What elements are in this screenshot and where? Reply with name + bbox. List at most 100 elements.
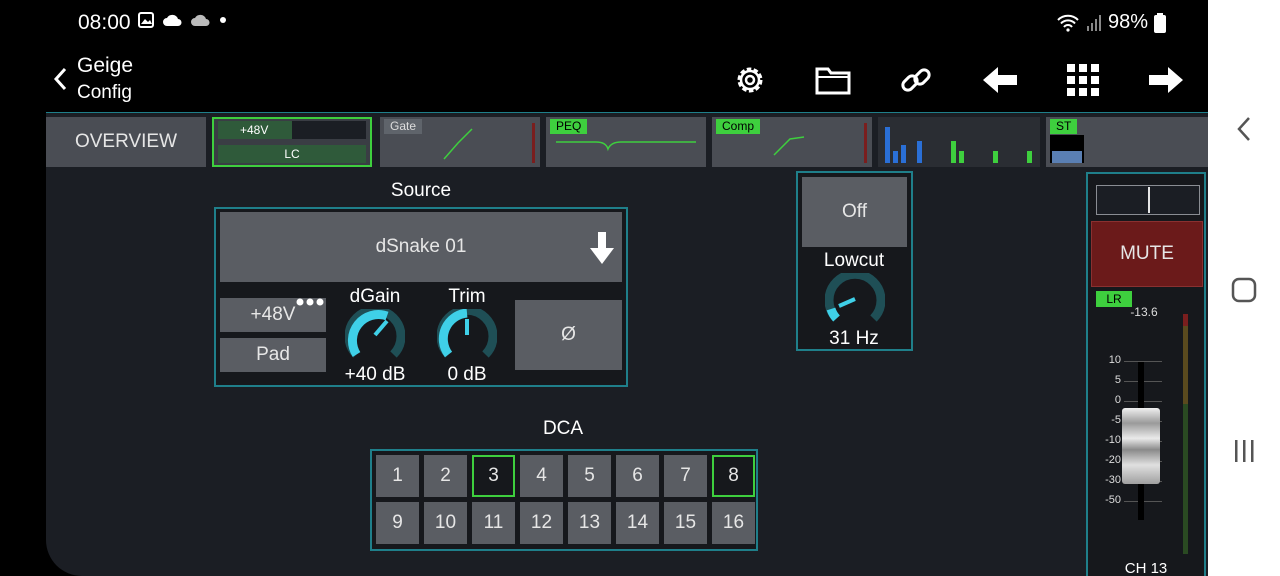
channel-name: CH 13 xyxy=(1124,560,1168,576)
home-square-icon xyxy=(1231,277,1257,303)
lowcut-value: 31 Hz xyxy=(829,328,879,349)
st-meter-fill xyxy=(1052,151,1082,163)
dot-icon xyxy=(220,17,226,23)
dca-button-12[interactable]: 12 xyxy=(520,502,563,544)
chevron-left-icon xyxy=(1237,117,1250,141)
dca-button-2[interactable]: 2 xyxy=(424,455,467,497)
wifi-icon xyxy=(1057,14,1079,32)
phantom-indicator: +48V xyxy=(218,121,292,139)
dca-button-13[interactable]: 13 xyxy=(568,502,611,544)
source-selected: dSnake 01 xyxy=(375,236,467,257)
meter-clip xyxy=(1183,314,1188,326)
status-right: 98% xyxy=(1056,11,1166,34)
strip-sends-cell[interactable] xyxy=(878,117,1040,167)
trim-knob[interactable] xyxy=(437,309,497,361)
phantom-label: +48V xyxy=(250,304,296,325)
channel-fader-panel: MUTE LR -13.6 10 5 0 -5 -10 -20 -30 -50 CH 13 xyxy=(1086,172,1206,576)
chevron-left-icon xyxy=(53,67,67,91)
trim-label: Trim xyxy=(448,286,486,307)
pan-indicator xyxy=(1148,187,1150,213)
dca-button-9[interactable]: 9 xyxy=(376,502,419,544)
top-bar: Geige Config xyxy=(46,46,1208,112)
fader-scale-label: 5 xyxy=(1114,374,1121,386)
fader-scale-label: 10 xyxy=(1108,354,1121,366)
recents-icon xyxy=(1235,440,1254,462)
fader-knob[interactable] xyxy=(1122,408,1160,484)
more-options-icon xyxy=(296,298,324,306)
phase-invert-button[interactable]: Ø xyxy=(515,300,622,370)
dca-button-14[interactable]: 14 xyxy=(616,502,659,544)
strip-comp-cell[interactable]: Comp xyxy=(712,117,872,167)
strip-peq-cell[interactable]: PEQ xyxy=(546,117,706,167)
st-meter xyxy=(1050,135,1084,163)
source-label: Source xyxy=(390,180,452,201)
fader-scale-label: 0 xyxy=(1114,394,1121,406)
dca-button-10[interactable]: 10 xyxy=(424,502,467,544)
mute-button[interactable]: MUTE xyxy=(1091,221,1203,287)
signal-icon xyxy=(1086,14,1101,31)
next-channel-button[interactable] xyxy=(1144,58,1188,102)
arrow-down-icon xyxy=(590,232,614,264)
status-bar: 08:00 98% xyxy=(0,0,1208,46)
cloud-outline-icon xyxy=(191,14,210,26)
pan-control[interactable] xyxy=(1096,185,1200,215)
fader-scale-label: -5 xyxy=(1111,414,1121,426)
dca-button-6[interactable]: 6 xyxy=(616,455,659,497)
strip-input-cell[interactable]: +48V LC xyxy=(212,117,372,167)
lowcut-label: Lowcut xyxy=(823,250,885,271)
lowcut-indicator: LC xyxy=(218,145,366,163)
battery-icon xyxy=(1154,12,1166,33)
fader-scale-label: -10 xyxy=(1105,434,1121,446)
previous-channel-button[interactable] xyxy=(978,58,1022,102)
folder-button[interactable] xyxy=(811,58,855,102)
dgain-knob[interactable] xyxy=(345,309,405,361)
pad-button[interactable]: Pad xyxy=(220,338,326,372)
page-subtitle: Config xyxy=(77,82,132,103)
cloud-icon xyxy=(163,14,182,26)
home-nav-button[interactable] xyxy=(1208,277,1280,303)
peq-curve xyxy=(556,141,696,152)
source-dropdown[interactable]: dSnake 01 xyxy=(220,212,622,282)
dca-button-5[interactable]: 5 xyxy=(568,455,611,497)
dca-panel: 12345678 9 10 11 12 13 14 15 16 xyxy=(370,449,758,551)
gate-curve xyxy=(443,123,535,163)
link-button[interactable] xyxy=(894,58,938,102)
channel-title: Geige xyxy=(77,54,134,77)
meter-warn xyxy=(1183,326,1188,404)
processing-strip: OVERVIEW +48V LC Gate PEQ Comp ST xyxy=(46,112,1208,169)
dca-label: DCA xyxy=(542,418,584,439)
phantom-button[interactable]: +48V xyxy=(220,298,326,332)
strip-st-cell[interactable]: ST xyxy=(1046,117,1208,167)
settings-button[interactable] xyxy=(728,58,772,102)
recents-nav-button[interactable] xyxy=(1208,438,1280,464)
fader-scale-label: -20 xyxy=(1105,454,1121,466)
comp-curve xyxy=(773,123,867,163)
app-window: Geige Config OVERVIEW +48V LC Gate PEQ C… xyxy=(46,46,1208,576)
dca-button-11[interactable]: 11 xyxy=(472,502,515,544)
image-icon xyxy=(138,12,154,28)
source-panel: dSnake 01 +48V Pad dGain +40 dB Trim 0 d… xyxy=(214,207,628,387)
dca-button-3[interactable]: 3 xyxy=(472,455,515,497)
lowcut-toggle-button[interactable]: Off xyxy=(802,177,907,247)
gear-icon xyxy=(737,67,763,93)
strip-gate-cell[interactable]: Gate xyxy=(380,117,540,167)
dca-button-15[interactable]: 15 xyxy=(664,502,707,544)
arrow-right-icon xyxy=(1149,67,1183,93)
meter-normal xyxy=(1183,404,1188,554)
dca-button-1[interactable]: 1 xyxy=(376,455,419,497)
dca-button-16[interactable]: 16 xyxy=(712,502,755,544)
back-nav-button[interactable] xyxy=(1208,116,1280,142)
dca-button-8[interactable]: 8 xyxy=(712,455,755,497)
lowcut-knob[interactable] xyxy=(825,273,885,325)
system-navigation-bar xyxy=(1208,0,1280,576)
sends-meter xyxy=(885,127,1032,163)
dca-button-7[interactable]: 7 xyxy=(664,455,707,497)
phantom-bar: +48V xyxy=(218,121,366,139)
link-icon xyxy=(901,68,931,92)
grid-button[interactable] xyxy=(1061,58,1105,102)
back-button[interactable] xyxy=(52,66,68,97)
dca-button-4[interactable]: 4 xyxy=(520,455,563,497)
dgain-label: dGain xyxy=(349,286,401,307)
st-tag: ST xyxy=(1050,119,1078,134)
overview-tab[interactable]: OVERVIEW xyxy=(46,117,206,167)
